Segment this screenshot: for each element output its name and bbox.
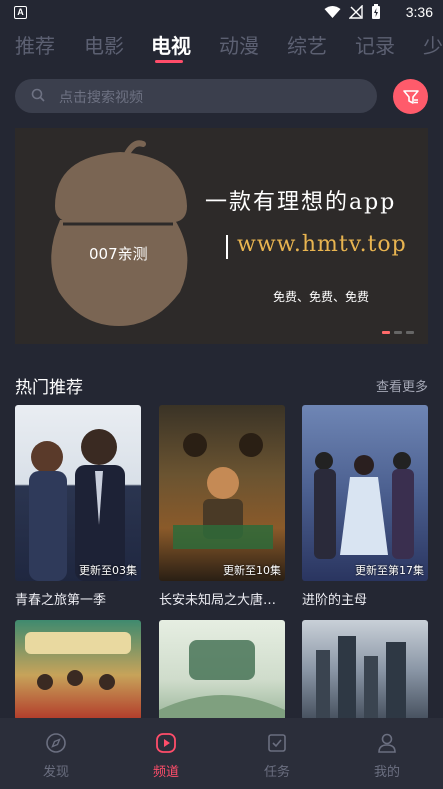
tab-documentary[interactable]: 记录: [355, 30, 395, 59]
tab-anime[interactable]: 动漫: [219, 30, 259, 59]
see-more-link[interactable]: 查看更多: [376, 376, 428, 395]
video-card[interactable]: 更新至第17集 进阶的主母: [302, 405, 428, 608]
poster-art: [173, 433, 273, 549]
poster-image: 更新至第17集: [302, 405, 428, 581]
section-title: 热门推荐: [15, 378, 83, 398]
episode-badge: 更新至03集: [79, 564, 137, 577]
banner-free-text: 免费、免费、免费: [273, 290, 370, 304]
poster-art: [316, 636, 406, 720]
search-placeholder: 点击搜索视频: [59, 90, 143, 106]
card-title: 进阶的主母: [302, 593, 368, 608]
nav-profile[interactable]: 我的: [357, 732, 417, 780]
banner-pagination: [382, 331, 414, 334]
tab-variety[interactable]: 综艺: [287, 30, 327, 59]
nav-label: 频道: [152, 765, 179, 780]
tab-recommend[interactable]: 推荐: [15, 30, 55, 59]
video-card[interactable]: 更新至10集 长安未知局之大唐…: [159, 405, 285, 608]
banner-url: www.hmtv.top: [237, 232, 407, 257]
compass-icon: [46, 733, 66, 753]
poster-art: [159, 640, 285, 720]
nav-discover[interactable]: 发现: [26, 732, 86, 780]
poster-image: 更新至10集: [159, 405, 285, 581]
nav-tasks[interactable]: 任务: [247, 732, 307, 780]
pagination-dot: [394, 331, 402, 334]
pagination-dot: [406, 331, 414, 334]
battery-icon: [372, 4, 380, 19]
card-title: 青春之旅第一季: [15, 593, 107, 608]
search-input[interactable]: 点击搜索视频: [15, 79, 377, 113]
nav-label: 发现: [42, 765, 69, 780]
search-icon: [31, 88, 45, 102]
acorn-logo: [51, 140, 188, 326]
app-notification-icon: A: [14, 6, 27, 19]
banner-divider: [226, 235, 228, 259]
video-card-poster[interactable]: [159, 620, 285, 720]
poster-art: [25, 632, 131, 690]
task-icon: [268, 734, 286, 752]
poster-image: 更新至03集: [15, 405, 141, 581]
tab-more[interactable]: 少: [423, 30, 443, 59]
user-icon: [378, 733, 396, 753]
banner-logo-label: 007亲测: [89, 245, 148, 263]
pagination-dot: [382, 331, 390, 334]
bottom-navigation: 发现 频道 任务 我的: [0, 718, 443, 789]
status-icons: [324, 4, 381, 20]
signal-off-icon: [349, 5, 363, 19]
category-tabs: 推荐 电影 电视 动漫 综艺 记录 少: [0, 26, 443, 66]
poster-art: [314, 452, 414, 559]
filter-button[interactable]: [393, 79, 428, 114]
video-card-poster[interactable]: [15, 620, 141, 720]
nav-label: 我的: [373, 765, 400, 780]
card-title: 长安未知局之大唐…: [159, 593, 277, 608]
banner-tagline: 一款有理想的app: [205, 190, 397, 215]
active-tab-indicator: [155, 60, 183, 63]
wifi-icon: [324, 6, 341, 18]
promo-banner[interactable]: 007亲测 一款有理想的app www.hmtv.top 免费、免费、免费: [15, 128, 428, 344]
episode-badge: 更新至10集: [223, 564, 281, 577]
nav-channel[interactable]: 频道: [136, 732, 196, 780]
video-card[interactable]: 更新至03集 青春之旅第一季: [15, 405, 141, 608]
tab-movie[interactable]: 电影: [84, 30, 124, 59]
poster-art: [29, 429, 125, 581]
nav-label: 任务: [263, 765, 290, 780]
filter-icon: [402, 89, 419, 104]
tab-tv[interactable]: 电视: [151, 30, 191, 59]
play-icon: [156, 733, 176, 753]
video-card-poster[interactable]: [302, 620, 428, 720]
clock: 3:36: [405, 4, 433, 20]
episode-badge: 更新至第17集: [355, 564, 424, 577]
status-bar: A 3:36: [0, 0, 443, 26]
